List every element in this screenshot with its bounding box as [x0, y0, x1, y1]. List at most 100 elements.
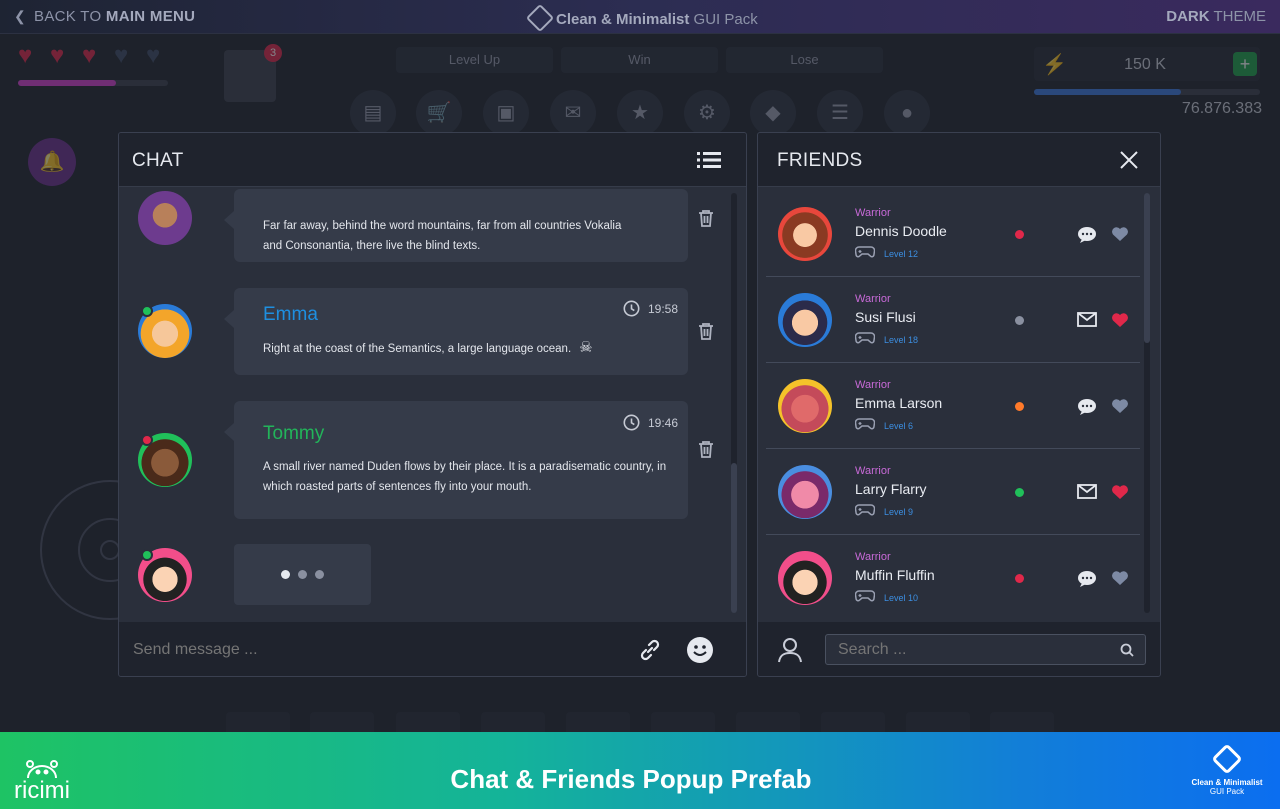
currency-value: 150 K [1124, 56, 1166, 73]
friend-class: Warrior [855, 379, 891, 391]
bell-icon[interactable]: 🔔 [28, 138, 76, 186]
pack-logo: Clean & Minimalist GUI Pack [1184, 743, 1270, 796]
friend-level: Level 18 [884, 335, 919, 345]
friend-row[interactable]: Warrior Muffin Fluffin Level 10 [758, 535, 1138, 621]
friend-row[interactable]: Warrior Larry Flarry Level 9 [758, 449, 1140, 535]
friend-row[interactable]: Warrior Dennis Doodle Level 12 [758, 191, 1140, 277]
chat-input-bar [119, 622, 746, 676]
friend-row[interactable]: Warrior Emma Larson Level 6 [758, 363, 1140, 449]
heart-icon[interactable] [1111, 570, 1129, 591]
mail-icon[interactable] [1077, 312, 1097, 332]
status-dot [1015, 316, 1024, 325]
theme-label[interactable]: DARK THEME [1166, 8, 1266, 25]
heart-icon[interactable] [1111, 398, 1129, 419]
friends-scrollbar-thumb[interactable] [1144, 193, 1150, 343]
list-icon[interactable]: ☰ [817, 90, 863, 136]
link-icon[interactable] [637, 637, 663, 668]
energy-bar [1034, 89, 1260, 95]
pack-line-2: GUI Pack [1209, 787, 1245, 796]
gamepad-icon [854, 503, 876, 521]
gear-icon[interactable]: ⚙ [684, 90, 730, 136]
friend-row[interactable]: Warrior Susi Flusi Level 18 [758, 277, 1140, 363]
speech-bubble-icon[interactable]: ● [884, 90, 930, 136]
close-icon[interactable] [1120, 151, 1138, 174]
heart-empty-icon: ♥ [146, 42, 161, 69]
emoji-icon[interactable] [686, 636, 714, 669]
pack-line-1: Clean & Minimalist [1191, 778, 1263, 787]
typing-dot [298, 570, 307, 579]
mail-icon[interactable]: ✉ [550, 90, 596, 136]
friends-search-input[interactable] [825, 634, 1146, 665]
status-dot [1015, 402, 1024, 411]
trash-icon[interactable] [698, 440, 714, 463]
gamepad-icon [854, 331, 876, 349]
online-status-dot [141, 549, 153, 561]
chat-panel: CHAT Far far away, behind the word mount… [118, 132, 747, 677]
message-text: A small river named Duden flows by their… [263, 461, 667, 493]
friend-level: Level 10 [884, 593, 919, 603]
user-icon[interactable] [778, 637, 802, 668]
score-value: 76.876.383 [1181, 100, 1262, 117]
chat-menu-icon[interactable] [697, 151, 721, 169]
message-text: Far far away, behind the word mountains,… [263, 220, 622, 252]
trash-icon[interactable] [698, 209, 714, 232]
add-currency-button[interactable]: + [1233, 52, 1257, 76]
cart-icon[interactable]: 🛒 [416, 90, 462, 136]
gamepad-icon [854, 245, 876, 263]
friend-avatar[interactable] [778, 551, 832, 605]
clock-icon [623, 414, 640, 436]
mail-icon[interactable] [1077, 484, 1097, 504]
gamepad-icon [854, 589, 876, 607]
diamond-logo-icon [525, 3, 555, 33]
user-avatar[interactable] [138, 191, 192, 245]
app-title: Clean & Minimalist GUI Pack [525, 3, 758, 33]
contacts-icon[interactable]: ▤ [350, 90, 396, 136]
heart-empty-icon: ♥ [114, 42, 129, 69]
status-dot [1015, 230, 1024, 239]
friends-title: FRIENDS [777, 150, 863, 171]
diamond-icon[interactable]: ◆ [750, 90, 796, 136]
friend-avatar[interactable] [778, 465, 832, 519]
skull-emoji-icon: ☠ [579, 339, 593, 356]
message-author: Emma [263, 304, 318, 325]
chat-title: CHAT [132, 150, 184, 171]
online-status-dot [141, 305, 153, 317]
level-up-button[interactable]: Level Up [396, 47, 553, 73]
search-icon[interactable] [1120, 643, 1134, 662]
chat-bubble-icon[interactable] [1077, 398, 1097, 421]
lose-button[interactable]: Lose [726, 47, 883, 73]
theme-label-bold: DARK [1166, 8, 1210, 25]
chevron-left-icon: ❮ [14, 8, 27, 24]
friend-name: Dennis Doodle [855, 223, 947, 239]
friend-avatar[interactable] [778, 379, 832, 433]
message-text-content: Right at the coast of the Semantics, a l… [263, 343, 572, 355]
friend-level: Level 9 [884, 507, 914, 517]
friends-scrollbar-track[interactable] [1144, 193, 1150, 613]
back-to-main-menu-link[interactable]: ❮ BACK TO MAIN MENU [14, 8, 195, 25]
trash-icon[interactable] [698, 322, 714, 345]
energy-bar-fill [1034, 89, 1181, 95]
heart-icon[interactable] [1111, 226, 1129, 247]
friends-panel: FRIENDS Warrior Dennis Doodle Level 12 W… [757, 132, 1161, 677]
status-dot [1015, 574, 1024, 583]
heart-icon[interactable] [1111, 484, 1129, 505]
chat-bubble-icon[interactable] [1077, 570, 1097, 593]
friends-search-bar [758, 622, 1160, 676]
heart-icon[interactable] [1111, 312, 1129, 333]
chat-scrollbar-thumb[interactable] [731, 463, 737, 613]
trophy-icon[interactable]: ★ [617, 90, 663, 136]
friend-avatar[interactable] [778, 207, 832, 261]
friend-class: Warrior [855, 551, 891, 563]
chat-scrollbar-track[interactable] [731, 193, 737, 613]
chest-icon[interactable]: ▣ [483, 90, 529, 136]
chat-header: CHAT [119, 133, 746, 187]
heart-icon: ♥ [82, 42, 97, 69]
win-button[interactable]: Win [561, 47, 718, 73]
friend-avatar[interactable] [778, 293, 832, 347]
diamond-logo-icon [1211, 743, 1243, 775]
chat-bubble-icon[interactable] [1077, 226, 1097, 249]
notification-badge: 3 [264, 44, 282, 62]
friend-level: Level 12 [884, 249, 919, 259]
message-input[interactable] [133, 634, 603, 666]
typing-indicator [234, 544, 371, 605]
